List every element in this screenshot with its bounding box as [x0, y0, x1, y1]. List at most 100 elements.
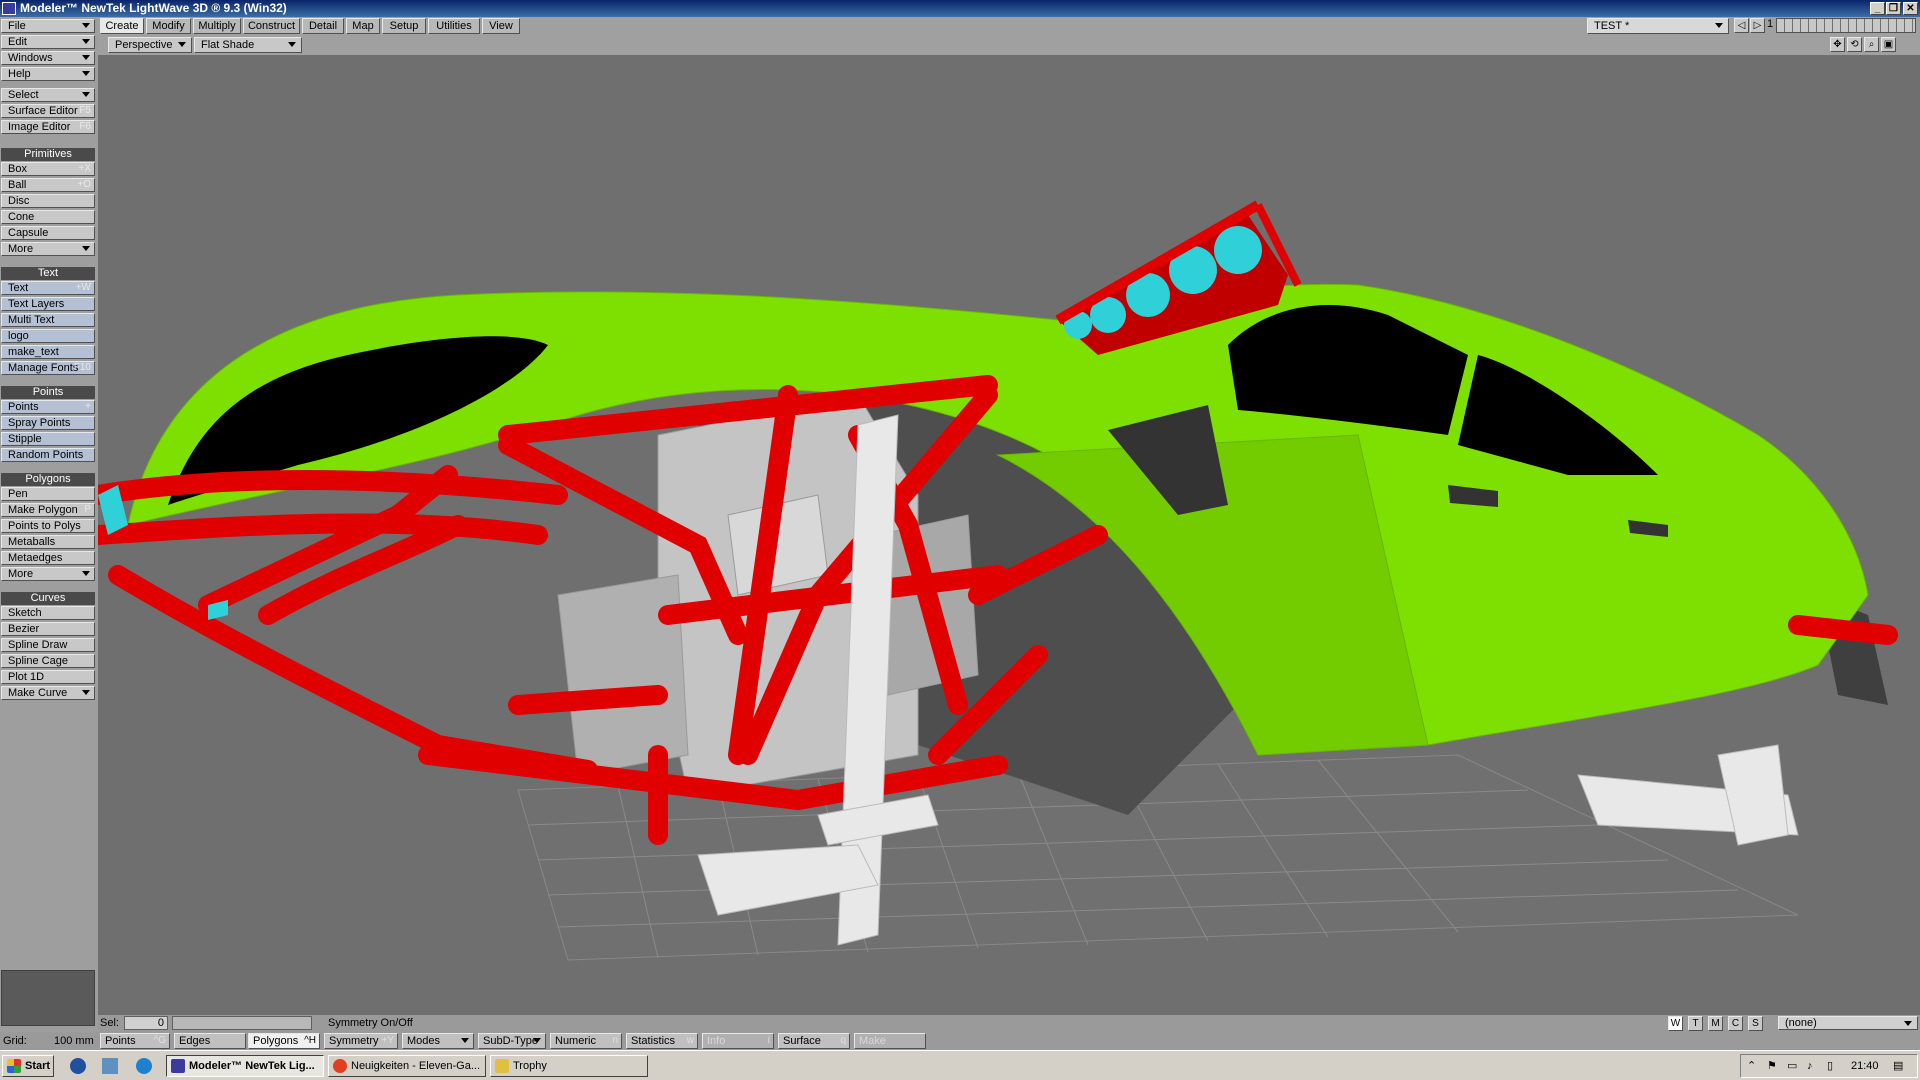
plot-1d-tool[interactable]: Plot 1D	[1, 670, 95, 684]
pen-tool[interactable]: Pen	[1, 487, 95, 501]
material-toggle[interactable]: M	[1708, 1016, 1723, 1031]
tab-create[interactable]: Create	[100, 18, 144, 34]
make-polygon-button[interactable]: Make Polygon P	[1, 503, 95, 517]
object-selector[interactable]: TEST *	[1587, 18, 1729, 34]
render-mode-dropdown[interactable]: Flat Shade	[194, 37, 302, 53]
spray-points-tool[interactable]: Spray Points	[1, 416, 95, 430]
tool-label: Bezier	[8, 623, 40, 635]
layer-number: 1	[1767, 18, 1774, 30]
metaedges-tool[interactable]: Metaedges	[1, 551, 95, 565]
cone-tool[interactable]: Cone	[1, 210, 95, 224]
manage-fonts-button[interactable]: Manage Fonts F10	[1, 361, 95, 375]
make-text-tool[interactable]: make_text	[1, 345, 95, 359]
taskbar-window-browser[interactable]: Neuigkeiten - Eleven-Ga...	[328, 1055, 486, 1077]
box-tool[interactable]: Box +X	[1, 162, 95, 176]
tab-multiply[interactable]: Multiply	[193, 18, 241, 34]
random-points-tool[interactable]: Random Points	[1, 448, 95, 462]
metaballs-tool[interactable]: Metaballs	[1, 535, 95, 549]
texture-toggle[interactable]: T	[1688, 1016, 1703, 1031]
flag-icon[interactable]: ⚑	[1767, 1055, 1777, 1077]
color-toggle[interactable]: C	[1728, 1016, 1743, 1031]
network-icon[interactable]: ▭	[1787, 1055, 1797, 1077]
stipple-tool[interactable]: Stipple	[1, 432, 95, 446]
tab-view[interactable]: View	[482, 18, 520, 34]
tab-setup[interactable]: Setup	[382, 18, 426, 34]
tab-modify[interactable]: Modify	[146, 18, 191, 34]
taskbar-window-trophy[interactable]: Trophy	[490, 1055, 648, 1077]
capsule-tool[interactable]: Capsule	[1, 226, 95, 240]
spline-cage-tool[interactable]: Spline Cage	[1, 654, 95, 668]
text-layers-tool[interactable]: Text Layers	[1, 297, 95, 311]
start-button[interactable]: Start	[2, 1055, 54, 1077]
sketch-tool[interactable]: Sketch	[1, 606, 95, 620]
tool-label: More	[8, 243, 34, 255]
info-button[interactable]: Info i	[702, 1033, 774, 1049]
close-button[interactable]: ✕	[1903, 2, 1918, 15]
text-tool[interactable]: Text +W	[1, 281, 95, 295]
menu-windows[interactable]: Windows	[1, 51, 95, 65]
modes-dropdown[interactable]: Modes	[402, 1033, 474, 1049]
points-to-polys-button[interactable]: Points to Polys	[1, 519, 95, 533]
maximize-viewport-icon[interactable]: ▣	[1881, 37, 1896, 52]
tool-label: Points	[8, 401, 39, 413]
perspective-viewport[interactable]	[98, 55, 1920, 1015]
quicklaunch-desktop-icon[interactable]	[102, 1058, 118, 1074]
tab-utilities[interactable]: Utilities	[428, 18, 480, 34]
surface-dropdown[interactable]: (none)	[1778, 1016, 1918, 1030]
surface-editor-label: Surface Editor	[8, 105, 78, 117]
ball-tool[interactable]: Ball +O	[1, 178, 95, 192]
multi-text-tool[interactable]: Multi Text	[1, 313, 95, 327]
tool-label: Plot 1D	[8, 671, 45, 683]
zoom-view-icon[interactable]: ⌕	[1864, 37, 1879, 52]
disc-tool[interactable]: Disc	[1, 194, 95, 208]
tab-construct[interactable]: Construct	[243, 18, 300, 34]
points-tool[interactable]: Points +	[1, 400, 95, 414]
image-editor-button[interactable]: Image Editor F6	[1, 120, 95, 134]
move-view-icon[interactable]: ✥	[1830, 37, 1845, 52]
polygons-mode-button[interactable]: Polygons ^H	[248, 1033, 320, 1049]
wireframe-toggle[interactable]: W	[1668, 1016, 1683, 1031]
logo-tool[interactable]: logo	[1, 329, 95, 343]
make-button[interactable]: Make	[854, 1033, 926, 1049]
volume-icon[interactable]: ♪	[1807, 1055, 1813, 1077]
numeric-button[interactable]: Numeric n	[550, 1033, 622, 1049]
show-desktop-icon[interactable]: ▤	[1893, 1055, 1903, 1077]
tab-detail[interactable]: Detail	[302, 18, 344, 34]
menu-edit[interactable]: Edit	[1, 35, 95, 49]
bezier-tool[interactable]: Bezier	[1, 622, 95, 636]
surface-toggle[interactable]: S	[1748, 1016, 1763, 1031]
edges-mode-button[interactable]: Edges	[174, 1033, 246, 1049]
tool-label: Stipple	[8, 433, 42, 445]
rotate-view-icon[interactable]: ⟲	[1847, 37, 1862, 52]
tray-arrow-icon[interactable]: ⌃	[1747, 1055, 1756, 1077]
subd-type-dropdown[interactable]: SubD-Type	[478, 1033, 546, 1049]
spline-draw-tool[interactable]: Spline Draw	[1, 638, 95, 652]
battery-icon[interactable]: ▯	[1827, 1055, 1833, 1077]
button-label: SubD-Type	[483, 1035, 539, 1047]
statistics-button[interactable]: Statistics w	[626, 1033, 698, 1049]
menu-help[interactable]: Help	[1, 67, 95, 81]
minimize-button[interactable]: _	[1870, 2, 1885, 15]
surface-button[interactable]: Surface q	[778, 1033, 850, 1049]
prev-layer-button[interactable]: ◁	[1734, 18, 1749, 33]
layer-bank[interactable]	[1776, 18, 1916, 33]
chrome-icon	[333, 1059, 347, 1073]
more-primitives-dropdown[interactable]: More	[1, 242, 95, 256]
next-layer-button[interactable]: ▷	[1750, 18, 1765, 33]
select-dropdown[interactable]: Select	[1, 88, 95, 102]
surface-editor-button[interactable]: Surface Editor F5	[1, 104, 95, 118]
quicklaunch-browser-icon[interactable]	[70, 1058, 86, 1074]
menu-file[interactable]: File	[1, 19, 95, 33]
restore-button[interactable]: ❐	[1886, 2, 1901, 15]
view-mode-dropdown[interactable]: Perspective	[108, 37, 192, 53]
more-polygons-dropdown[interactable]: More	[1, 567, 95, 581]
image-editor-label: Image Editor	[8, 121, 71, 133]
quicklaunch-app-icon[interactable]	[136, 1058, 152, 1074]
make-curve-dropdown[interactable]: Make Curve	[1, 686, 95, 700]
clock[interactable]: 21:40	[1851, 1055, 1879, 1077]
points-mode-button[interactable]: Points ^G	[100, 1033, 170, 1049]
shortcut-hint: i	[767, 1035, 770, 1046]
symmetry-button[interactable]: Symmetry +Y	[324, 1033, 398, 1049]
tab-map[interactable]: Map	[346, 18, 380, 34]
taskbar-window-modeler[interactable]: Modeler™ NewTek Lig...	[166, 1055, 324, 1077]
